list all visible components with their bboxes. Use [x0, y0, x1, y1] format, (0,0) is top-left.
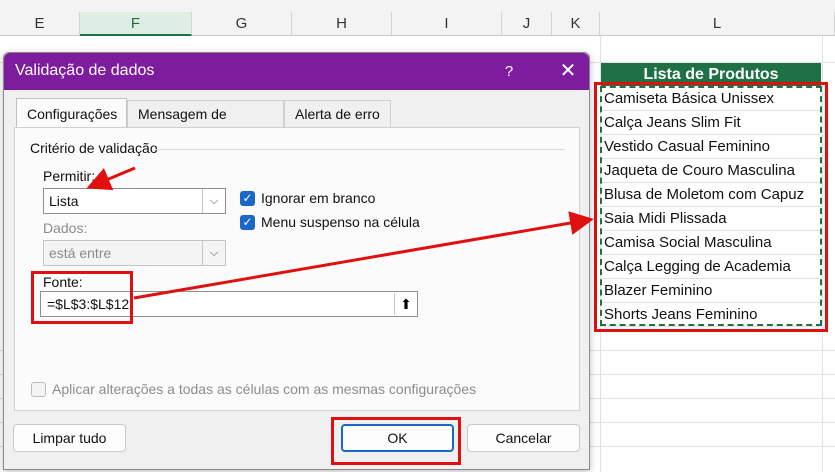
- arrow-to-range-icon: [133, 211, 594, 300]
- arrow-to-list-icon: [86, 166, 136, 191]
- annotation-arrows: [86, 166, 594, 300]
